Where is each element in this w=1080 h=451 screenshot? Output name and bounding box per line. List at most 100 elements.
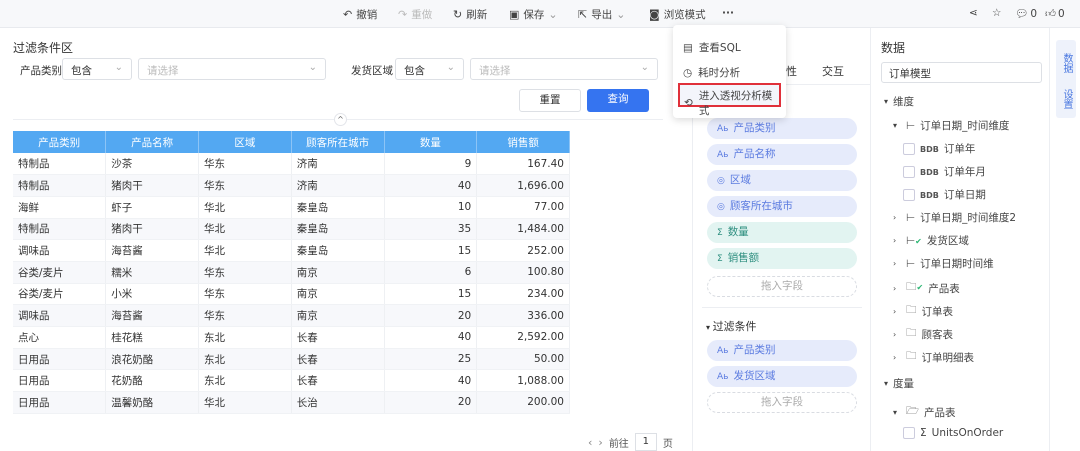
table-cell: 济南 <box>291 153 385 176</box>
like-button[interactable]: 👍︎ 0 <box>1045 7 1065 21</box>
table-row[interactable]: 特制品 猪肉干 华北 秦皇岛 35 1,484.00 <box>13 218 570 241</box>
tree-item[interactable]: Σ UnitsOnOrder <box>903 427 1003 439</box>
table-row[interactable]: 点心 桂花糕 东北 长春 40 2,592.00 <box>13 326 570 349</box>
field-pill[interactable]: Aь 产品名称 <box>707 144 857 165</box>
table-cell: 华东 <box>198 283 292 306</box>
tree-item[interactable]: ▾ 🗁︎ 产品表 <box>893 403 956 421</box>
table-row[interactable]: 日用品 花奶酪 东北 长春 40 1,088.00 <box>13 369 570 393</box>
tree-item[interactable]: › 🗀︎✔ 产品表 <box>893 279 960 297</box>
column-header[interactable]: 产品名称 <box>105 131 199 153</box>
drop-field-zone[interactable]: 拖入字段 <box>707 276 857 297</box>
query-button[interactable]: 查询 <box>587 89 649 112</box>
tab-interaction[interactable]: 交互 <box>822 63 844 79</box>
filter-area-title: 过滤条件区 <box>13 41 74 55</box>
next-page-icon[interactable]: › <box>598 436 602 449</box>
globe-icon: ◎ <box>717 202 725 212</box>
column-header[interactable]: 产品类别 <box>13 131 107 153</box>
field-pill[interactable]: Aь 产品类别 <box>707 118 857 139</box>
field-pill[interactable]: Σ 数量 <box>707 222 857 243</box>
checkbox[interactable] <box>903 142 915 155</box>
reset-button[interactable]: 重置 <box>519 89 581 112</box>
table-row[interactable]: 谷类/麦片 糯米 华东 南京 6 100.80 <box>13 261 570 284</box>
table-row[interactable]: 特制品 沙茶 华东 济南 9 167.40 <box>13 153 570 176</box>
column-header[interactable]: 数量 <box>384 131 478 153</box>
page-input[interactable]: 1 <box>634 433 657 451</box>
more-button[interactable]: ··· <box>722 7 734 19</box>
menu-item-time-analysis[interactable]: ◷ 耗时分析 <box>683 65 740 80</box>
export-button[interactable]: ⇱ 导出 ⌄ <box>578 7 625 22</box>
table-row[interactable]: 调味品 海苔酱 华东 南京 20 336.00 <box>13 304 570 327</box>
column-header[interactable]: 销售额 <box>476 131 570 153</box>
table-row[interactable]: 海鲜 虾子 华北 秦皇岛 10 77.00 <box>13 196 570 219</box>
tree-item[interactable]: BDB 订单年月 <box>903 164 986 179</box>
table-cell: 华北 <box>198 239 292 262</box>
column-header[interactable]: 顾客所在城市 <box>291 131 385 153</box>
menu-item-pivot-mode[interactable]: ⟲ 进入透视分析模式 <box>678 83 781 117</box>
checkbox[interactable] <box>903 427 915 439</box>
table-cell: 40 <box>384 326 478 349</box>
save-button[interactable]: ▣ 保存 ⌄ <box>509 7 558 22</box>
field-pill[interactable]: ◎ 顾客所在城市 <box>707 196 857 217</box>
tree-item[interactable]: › ⊢✔ 发货区域 <box>893 233 969 248</box>
table-row[interactable]: 调味品 海苔酱 华北 秦皇岛 15 252.00 <box>13 239 570 262</box>
filter-product-category-operator[interactable]: 包含 ⌄ <box>62 58 132 80</box>
checkbox[interactable] <box>903 188 915 201</box>
refresh-button[interactable]: ↻ 刷新 <box>453 7 487 22</box>
tree-item[interactable]: › 🗀︎ 订单明细表 <box>893 348 974 366</box>
field-pill[interactable]: Σ 销售额 <box>707 248 857 269</box>
hierarchy-check-icon: ⊢✔ <box>906 234 922 247</box>
column-header[interactable]: 区域 <box>198 131 292 153</box>
menu-label: 耗时分析 <box>698 67 741 79</box>
table-cell: 20 <box>384 304 478 327</box>
tree-item[interactable]: BDB 订单日期 <box>903 187 986 202</box>
filter-field-pill[interactable]: Aь 产品类别 <box>707 340 857 361</box>
filter-field-pill[interactable]: Aь 发货区域 <box>707 366 857 387</box>
refresh-icon: ↻ <box>453 8 463 21</box>
field-label: 产品类别 <box>733 122 776 134</box>
undo-button[interactable]: ↶ 撤销 <box>343 7 377 22</box>
table-cell: 1,088.00 <box>476 369 570 393</box>
prev-page-icon[interactable]: ‹ <box>588 436 592 449</box>
tree-dimension[interactable]: ▾ 维度 <box>884 94 914 109</box>
table-cell: 234.00 <box>476 283 570 306</box>
field-label: 发货区域 <box>733 370 776 382</box>
comment-button[interactable]: 💬︎ 0 <box>1015 7 1037 21</box>
text-type-icon: Aь <box>717 372 729 382</box>
menu-label: 查看SQL <box>698 42 741 54</box>
tab-properties[interactable]: 性 <box>786 63 797 79</box>
checkbox[interactable] <box>903 165 915 178</box>
browse-label: 浏览模式 <box>663 9 706 21</box>
divider <box>702 307 862 308</box>
browse-mode-button[interactable]: ◙ 浏览模式 <box>649 7 706 22</box>
filter-conditions-header[interactable]: ▾ 过滤条件 <box>706 318 757 334</box>
tree-measure[interactable]: ▾ 度量 <box>884 376 914 391</box>
tree-item[interactable]: ▾ ⊢ 订单日期_时间维度 <box>893 118 1009 133</box>
menu-item-view-sql[interactable]: ▤ 查看SQL <box>683 40 741 55</box>
tree-item[interactable]: › ⊢ 订单日期时间维 <box>893 256 994 271</box>
filter-ship-region-operator[interactable]: 包含 ⌄ <box>395 58 464 80</box>
star-icon[interactable]: ☆ <box>992 7 1001 19</box>
table-cell: 长治 <box>291 391 385 414</box>
field-label: 产品名称 <box>733 148 776 160</box>
tree-item[interactable]: › 🗀︎ 顾客表 <box>893 325 953 343</box>
table-row[interactable]: 日用品 浪花奶酪 东北 长春 25 50.00 <box>13 348 570 371</box>
redo-button[interactable]: ↷ 重做 <box>398 7 432 22</box>
table-cell: 花奶酪 <box>105 369 199 393</box>
table-row[interactable]: 谷类/麦片 小米 华东 南京 15 234.00 <box>13 283 570 306</box>
field-pill[interactable]: ◎ 区域 <box>707 170 857 191</box>
table-row[interactable]: 日用品 温馨奶酪 华北 长治 20 200.00 <box>13 391 570 414</box>
side-tab-settings[interactable]: 设置 <box>1056 80 1076 118</box>
table-cell: 海苔酱 <box>105 239 199 262</box>
table-cell: 东北 <box>198 348 292 371</box>
share-icon[interactable]: ⋖ <box>969 7 978 19</box>
tree-item[interactable]: BDB 订单年 <box>903 141 975 156</box>
table-row[interactable]: 特制品 猪肉干 华东 济南 40 1,696.00 <box>13 174 570 197</box>
filter-product-category-select[interactable]: 请选择 ⌄ <box>138 58 326 80</box>
model-select[interactable]: 订单模型 <box>881 62 1042 83</box>
chevron-right-icon: › <box>893 329 897 339</box>
drop-filter-zone[interactable]: 拖入字段 <box>707 392 857 413</box>
filter-ship-region-select[interactable]: 请选择 ⌄ <box>470 58 658 80</box>
tree-item[interactable]: › ⊢ 订单日期_时间维度2 <box>893 210 1016 225</box>
tree-item[interactable]: › 🗀︎ 订单表 <box>893 302 953 320</box>
collapse-chevron-up-icon[interactable]: ^ <box>334 113 347 126</box>
